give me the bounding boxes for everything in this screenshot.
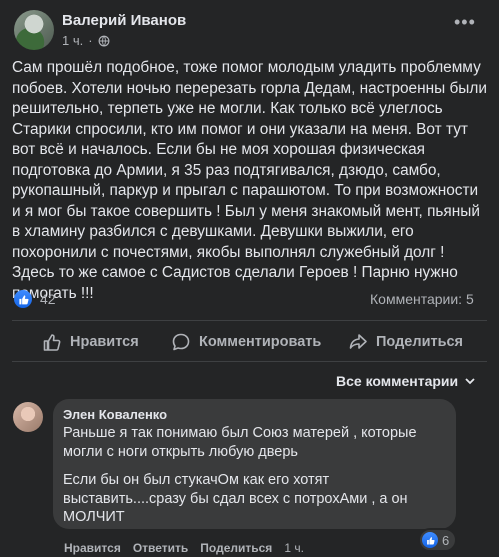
share-button[interactable]: Поделиться xyxy=(348,331,463,353)
comment-paragraph: Если бы он был стукачОм как его хотят вы… xyxy=(63,472,408,525)
likes-count[interactable]: 42 xyxy=(40,291,56,307)
comment-button-label: Комментировать xyxy=(199,334,322,350)
divider xyxy=(12,320,487,321)
comments-count[interactable]: Комментарии: 5 xyxy=(370,291,474,307)
comment-text: Раньше я так понимаю был Союз матерей , … xyxy=(63,424,443,527)
more-dots-icon[interactable]: ••• xyxy=(454,12,476,33)
share-arrow-icon xyxy=(349,334,367,349)
like-reaction-icon xyxy=(422,532,438,548)
comment-like-link[interactable]: Нравится xyxy=(64,541,121,555)
comment-bubble-icon xyxy=(172,333,190,351)
comment-button[interactable]: Комментировать xyxy=(171,331,321,353)
like-button-label: Нравится xyxy=(70,334,139,350)
comments-sort-dropdown[interactable]: Все комментарии xyxy=(336,373,476,389)
author-avatar[interactable] xyxy=(14,10,54,50)
comment-actions: Нравится Ответить Поделиться 1 ч. xyxy=(64,541,304,555)
post-author-name[interactable]: Валерий Иванов xyxy=(62,12,186,29)
post-meta: 1 ч. · xyxy=(62,33,110,48)
globe-icon xyxy=(98,35,110,46)
post-time[interactable]: 1 ч. xyxy=(62,33,83,48)
comment-reactions[interactable]: 6 xyxy=(418,528,458,552)
share-button-label: Поделиться xyxy=(376,334,464,350)
like-button[interactable]: Нравится xyxy=(42,331,139,353)
comment-time[interactable]: 1 ч. xyxy=(284,541,304,555)
divider xyxy=(12,361,487,362)
comment-author-name[interactable]: Элен Коваленко xyxy=(63,407,167,422)
comment-paragraph: Раньше я так понимаю был Союз матерей , … xyxy=(63,425,417,460)
post-text: Сам прошёл подобное, тоже помог молодым … xyxy=(12,59,487,302)
comment-share-link[interactable]: Поделиться xyxy=(200,541,272,555)
like-reaction-icon[interactable] xyxy=(14,290,32,308)
commenter-avatar[interactable] xyxy=(13,402,43,432)
comments-sort-label: Все комментарии xyxy=(336,373,459,389)
thumbs-up-icon xyxy=(43,334,61,351)
separator-dot: · xyxy=(88,33,93,48)
comment-reply-link[interactable]: Ответить xyxy=(133,541,188,555)
chevron-down-icon xyxy=(465,378,475,385)
comment-reaction-count: 6 xyxy=(442,532,450,548)
